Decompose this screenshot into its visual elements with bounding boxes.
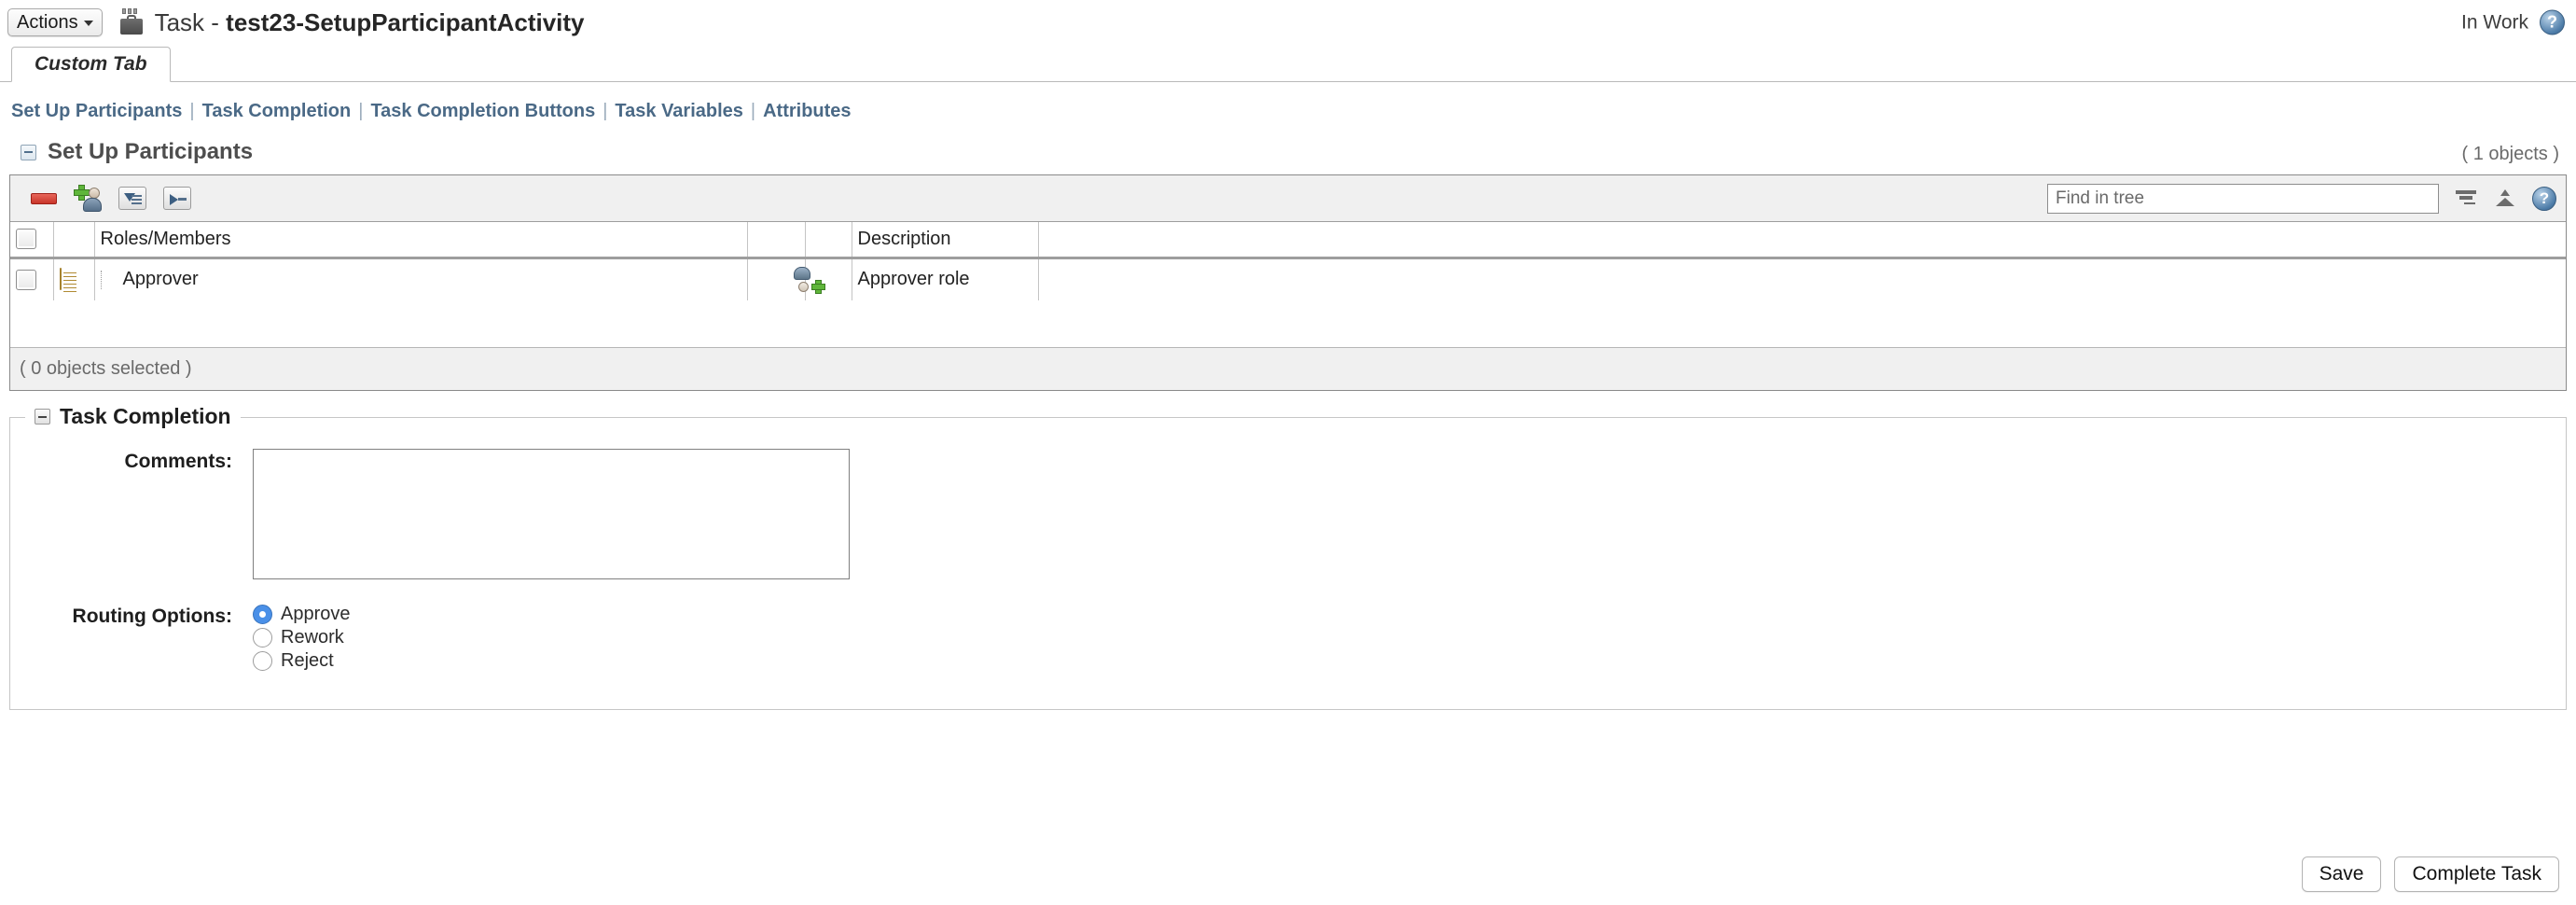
nav-separator: | (602, 101, 608, 121)
save-button[interactable]: Save (2301, 856, 2382, 892)
task-completion-legend: Task Completion (25, 404, 241, 429)
form-action-buttons: Save Complete Task (2301, 856, 2559, 892)
table-empty-cell (10, 300, 2566, 347)
task-completion-fieldset: Task Completion Comments: Routing Option… (9, 404, 2567, 710)
radio-reject-input[interactable] (253, 651, 272, 671)
routing-options-group: Approve Rework Reject (253, 604, 351, 672)
radio-approve-input[interactable] (253, 605, 272, 624)
nav-separator: | (750, 101, 756, 121)
sort-tree-icon[interactable] (2493, 187, 2517, 211)
status-badge: In Work (2461, 11, 2528, 33)
add-participant-icon[interactable] (74, 184, 102, 213)
row-select-cell[interactable] (10, 258, 54, 300)
complete-task-button[interactable]: Complete Task (2394, 856, 2559, 892)
collapse-toggle-icon[interactable] (21, 144, 36, 160)
collapse-toggle-icon[interactable] (35, 409, 50, 425)
remove-icon[interactable] (31, 192, 57, 204)
table-help-icon[interactable]: ? (2532, 186, 2556, 211)
participants-toolbar: ? (10, 175, 2566, 222)
task-completion-title: Task Completion (60, 404, 231, 428)
routing-options-label: Routing Options: (72, 606, 232, 627)
header-blank-3 (1038, 222, 2566, 258)
radio-option-reject[interactable]: Reject (253, 650, 351, 672)
section-nav-links: Set Up Participants | Task Completion | Task… (0, 82, 2576, 135)
objects-count-label: ( 1 objects ) (2461, 144, 2559, 164)
filter-rows-icon[interactable] (2454, 187, 2478, 211)
radio-reject-label: Reject (281, 650, 334, 671)
role-document-icon (59, 268, 62, 291)
nav-separator: | (189, 101, 195, 121)
participants-panel: ? Roles/Members Description (9, 174, 2567, 391)
header-description[interactable]: Description (852, 222, 1039, 258)
row-checkbox[interactable] (16, 269, 36, 290)
actions-menu-label: Actions (17, 11, 78, 33)
table-row[interactable]: Approver Approver role (10, 258, 2566, 300)
row-type-icon-cell (53, 258, 95, 300)
participants-section-title: Set Up Participants (48, 139, 254, 164)
tab-label: Custom Tab (35, 53, 147, 75)
header-select-all[interactable] (10, 222, 54, 258)
header-blank-1 (747, 222, 806, 258)
comments-label: Comments: (124, 451, 232, 472)
row-name-cell: Approver (94, 258, 748, 300)
participants-table: Roles/Members Description Approver Appro… (10, 222, 2566, 347)
radio-option-rework[interactable]: Rework (253, 627, 351, 648)
row-description-cell: Approver role (852, 258, 1039, 300)
radio-approve-label: Approve (281, 604, 351, 624)
tab-custom-tab[interactable]: Custom Tab (11, 47, 171, 82)
tree-indent-guide (100, 270, 121, 289)
status-area: In Work ? (2461, 9, 2565, 35)
nav-link-attributes[interactable]: Attributes (763, 101, 851, 121)
comments-row: Comments: (10, 449, 2566, 579)
header-blank-2 (805, 222, 852, 258)
select-all-checkbox[interactable] (16, 229, 36, 250)
help-icon[interactable]: ? (2540, 9, 2565, 35)
nav-separator: | (358, 101, 364, 121)
radio-rework-input[interactable] (253, 628, 272, 647)
participants-section-header: Set Up Participants ( 1 objects ) (0, 135, 2576, 174)
radio-option-approve[interactable]: Approve (253, 604, 351, 625)
header-roles-members[interactable]: Roles/Members (94, 222, 748, 258)
header-icon-column (53, 222, 95, 258)
row-name-label: Approver (122, 269, 199, 290)
radio-rework-label: Rework (281, 627, 344, 647)
chevron-down-icon (83, 21, 93, 26)
comments-textarea[interactable] (253, 449, 850, 579)
fieldset-top-border (10, 417, 2566, 418)
row-role-icon-cell (793, 258, 852, 300)
page-title: Task - test23-SetupParticipantActivity (118, 8, 585, 37)
table-header-row: Roles/Members Description (10, 222, 2566, 258)
expand-tree-icon[interactable] (163, 187, 191, 210)
filter-icon[interactable] (118, 187, 146, 210)
table-empty-row (10, 300, 2566, 347)
nav-link-set-up-participants[interactable]: Set Up Participants (11, 101, 182, 121)
page-header: Actions Task - test23-SetupParticipantAc… (0, 0, 2576, 45)
row-blank-3 (1038, 258, 2566, 300)
nav-link-task-variables[interactable]: Task Variables (615, 101, 743, 121)
page-title-prefix: Task - (154, 7, 227, 36)
search-input[interactable] (2047, 183, 2439, 214)
page-title-name: test23-SetupParticipantActivity (226, 7, 585, 36)
routing-options-row: Routing Options: Approve Rework Reject (10, 604, 2566, 672)
tab-bar: Custom Tab (0, 45, 2576, 82)
actions-menu-button[interactable]: Actions (7, 8, 103, 36)
selection-status: ( 0 objects selected ) (10, 347, 2566, 390)
nav-link-task-completion[interactable]: Task Completion (202, 101, 352, 121)
nav-link-task-completion-buttons[interactable]: Task Completion Buttons (370, 101, 595, 121)
task-briefcase-icon (118, 8, 145, 36)
